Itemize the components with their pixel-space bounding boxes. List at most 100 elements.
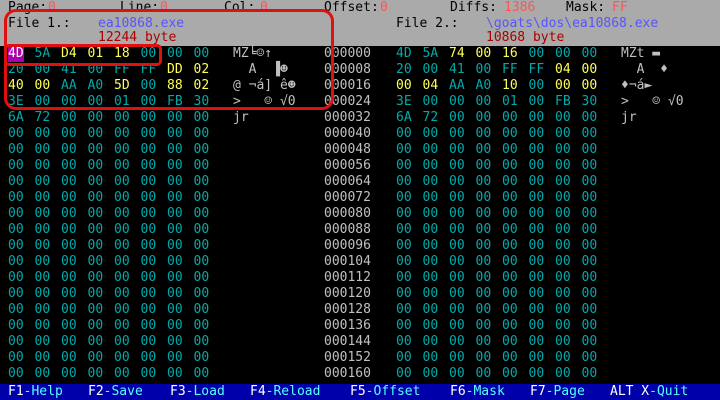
hex-byte-cell[interactable]: 00 <box>555 318 571 334</box>
hex-byte-cell[interactable]: 00 <box>449 254 465 270</box>
hex-byte-cell[interactable]: 00 <box>194 270 210 286</box>
hex-byte-cell[interactable]: 00 <box>555 286 571 302</box>
fkey-offset-button[interactable]: F5-Offset <box>350 384 420 400</box>
hex-byte-cell[interactable]: 00 <box>423 158 439 174</box>
hex-byte-cell[interactable]: 00 <box>141 238 157 254</box>
hex-byte-cell[interactable]: 00 <box>582 222 598 238</box>
hex-byte-cell[interactable]: 00 <box>529 206 545 222</box>
hex-byte-cell[interactable]: 00 <box>582 190 598 206</box>
hex-byte-cell[interactable]: 00 <box>8 238 24 254</box>
hex-byte-cell[interactable]: 00 <box>555 174 571 190</box>
hex-byte-cell[interactable]: 00 <box>88 158 104 174</box>
hex-byte-cell[interactable]: 00 <box>582 174 598 190</box>
hex-byte-cell[interactable]: 00 <box>61 222 77 238</box>
hex-byte-cell[interactable]: 00 <box>449 190 465 206</box>
hex-byte-cell[interactable]: 00 <box>61 158 77 174</box>
hex-byte-cell[interactable]: 00 <box>114 318 130 334</box>
hex-byte-cell[interactable]: 00 <box>555 126 571 142</box>
hex-byte-cell[interactable]: 00 <box>141 110 157 126</box>
hex-byte-cell[interactable]: 00 <box>449 238 465 254</box>
hex-byte-cell[interactable]: 00 <box>555 142 571 158</box>
hex-byte-cell[interactable]: 00 <box>476 158 492 174</box>
hex-byte-cell[interactable]: 20 <box>396 62 412 78</box>
hex-byte-cell[interactable]: 00 <box>582 254 598 270</box>
hex-byte-cell[interactable]: 72 <box>423 110 439 126</box>
hex-byte-cell[interactable]: 00 <box>35 270 51 286</box>
hex-byte-cell[interactable]: 00 <box>423 62 439 78</box>
hex-byte-cell[interactable]: 00 <box>423 238 439 254</box>
hex-byte-cell[interactable]: 00 <box>141 334 157 350</box>
hex-byte-cell[interactable]: 00 <box>502 254 518 270</box>
hex-byte-cell[interactable]: 00 <box>167 350 183 366</box>
hex-byte-cell[interactable]: 00 <box>8 254 24 270</box>
hex-byte-cell[interactable]: 00 <box>35 350 51 366</box>
hex-byte-cell[interactable]: 00 <box>194 286 210 302</box>
hex-byte-cell[interactable]: 00 <box>114 126 130 142</box>
hex-byte-cell[interactable]: 00 <box>529 334 545 350</box>
hex-byte-cell[interactable]: 00 <box>449 222 465 238</box>
hex-byte-cell[interactable]: 00 <box>476 318 492 334</box>
hex-byte-cell[interactable]: 00 <box>61 270 77 286</box>
hex-byte-cell[interactable]: 00 <box>476 254 492 270</box>
hex-byte-cell[interactable]: 00 <box>167 158 183 174</box>
hex-byte-cell[interactable]: 00 <box>449 318 465 334</box>
hex-byte-cell[interactable]: 00 <box>8 366 24 382</box>
hex-byte-cell[interactable]: 00 <box>194 254 210 270</box>
hex-byte-cell[interactable]: 00 <box>114 302 130 318</box>
hex-byte-cell[interactable]: 00 <box>35 334 51 350</box>
hex-byte-cell[interactable]: A0 <box>476 78 492 94</box>
hex-byte-cell[interactable]: 00 <box>88 174 104 190</box>
hex-byte-cell[interactable]: 00 <box>396 318 412 334</box>
hex-byte-cell[interactable]: 00 <box>449 350 465 366</box>
hex-byte-cell[interactable]: 00 <box>141 190 157 206</box>
hex-byte-cell[interactable]: 00 <box>141 222 157 238</box>
hex-byte-cell[interactable]: 00 <box>114 270 130 286</box>
hex-byte-cell[interactable]: 00 <box>423 190 439 206</box>
hex-byte-cell[interactable]: 00 <box>529 158 545 174</box>
hex-byte-cell[interactable]: 00 <box>396 190 412 206</box>
hex-byte-cell[interactable]: 00 <box>423 270 439 286</box>
hex-byte-cell[interactable]: 00 <box>35 190 51 206</box>
hex-byte-cell[interactable]: 00 <box>555 222 571 238</box>
hex-byte-cell[interactable]: 00 <box>167 254 183 270</box>
hex-byte-cell[interactable]: 00 <box>582 350 598 366</box>
hex-byte-cell[interactable]: 00 <box>449 302 465 318</box>
hex-byte-cell[interactable]: 00 <box>61 110 77 126</box>
hex-byte-cell[interactable]: 00 <box>88 110 104 126</box>
hex-byte-cell[interactable]: 6A <box>396 110 412 126</box>
hex-byte-cell[interactable]: 00 <box>423 222 439 238</box>
hex-byte-cell[interactable]: 00 <box>8 334 24 350</box>
hex-byte-cell[interactable]: 00 <box>502 142 518 158</box>
hex-byte-cell[interactable]: 00 <box>88 126 104 142</box>
hex-byte-cell[interactable]: 00 <box>167 366 183 382</box>
hex-byte-cell[interactable]: 00 <box>35 318 51 334</box>
hex-byte-cell[interactable]: 00 <box>8 142 24 158</box>
hex-byte-cell[interactable]: 00 <box>529 142 545 158</box>
hex-byte-cell[interactable]: 00 <box>141 254 157 270</box>
hex-byte-cell[interactable]: 00 <box>502 110 518 126</box>
hex-byte-cell[interactable]: 00 <box>114 206 130 222</box>
hex-byte-cell[interactable]: AA <box>449 78 465 94</box>
hex-byte-cell[interactable]: 00 <box>88 334 104 350</box>
hex-byte-cell[interactable]: 00 <box>194 238 210 254</box>
hex-byte-cell[interactable]: 00 <box>582 318 598 334</box>
hex-byte-cell[interactable]: 00 <box>529 302 545 318</box>
hex-byte-cell[interactable]: 00 <box>88 318 104 334</box>
hex-byte-cell[interactable]: 00 <box>8 126 24 142</box>
hex-byte-cell[interactable]: 00 <box>114 110 130 126</box>
hex-byte-cell[interactable]: 00 <box>502 270 518 286</box>
hex-byte-cell[interactable]: 00 <box>88 302 104 318</box>
hex-byte-cell[interactable]: 6A <box>8 110 24 126</box>
hex-byte-cell[interactable]: 00 <box>167 110 183 126</box>
hex-byte-cell[interactable]: 00 <box>423 254 439 270</box>
hex-byte-cell[interactable]: 00 <box>141 270 157 286</box>
hex-byte-cell[interactable]: 00 <box>476 206 492 222</box>
hex-byte-cell[interactable]: 00 <box>555 190 571 206</box>
hex-byte-cell[interactable]: 00 <box>502 206 518 222</box>
hex-byte-cell[interactable]: 00 <box>582 270 598 286</box>
hex-byte-cell[interactable]: 10 <box>502 78 518 94</box>
hex-byte-cell[interactable]: 00 <box>423 142 439 158</box>
hex-byte-cell[interactable]: 00 <box>194 222 210 238</box>
hex-byte-cell[interactable]: 00 <box>396 142 412 158</box>
hex-byte-cell[interactable]: 00 <box>423 94 439 110</box>
